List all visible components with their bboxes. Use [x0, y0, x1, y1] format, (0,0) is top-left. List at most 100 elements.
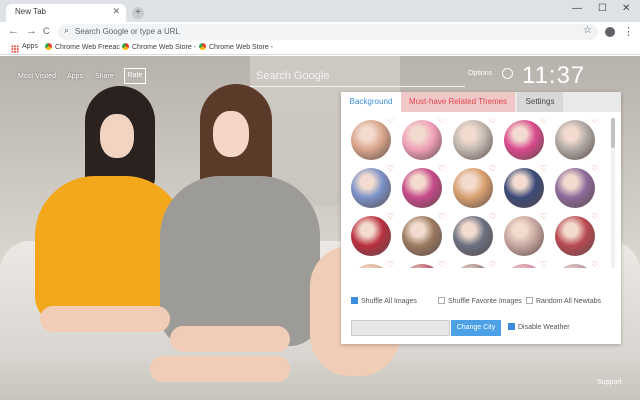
favorite-heart-icon[interactable]: ♡ [540, 212, 547, 221]
thumbnail-scrollbar[interactable] [611, 118, 615, 268]
tab-must-have-related-themes[interactable]: Must-have Related Themes [401, 92, 515, 112]
background-thumbnail-grid: ♡ ♡ ♡ ♡ ♡ ♡ ♡ ♡ ♡ ♡ ♡ ♡ ♡ ♡ ♡ ♡ ♡ ♡ ♡ ♡ [347, 118, 609, 268]
rate-button[interactable]: Rate [124, 68, 146, 84]
favorite-heart-icon[interactable]: ♡ [387, 118, 394, 125]
favorite-heart-icon[interactable]: ♡ [489, 164, 496, 173]
chrome-web-store-icon [122, 43, 129, 50]
bookmark-label: Chrome Web Freeac [55, 44, 120, 51]
share-link[interactable]: Share [95, 73, 114, 80]
shuffle-all-images-option[interactable]: Shuffle All Images [351, 297, 417, 305]
close-tab-icon[interactable]: ✕ [112, 6, 120, 17]
scrollbar-thumb[interactable] [611, 118, 615, 148]
apps-grid-icon[interactable] [11, 45, 19, 53]
background-thumbnail[interactable] [351, 120, 391, 160]
most-visited-link[interactable]: Most Visited [18, 73, 56, 80]
shuffle-favorite-images-checkbox[interactable] [438, 297, 445, 304]
forward-icon[interactable]: → [26, 25, 37, 37]
favorite-heart-icon[interactable]: ♡ [591, 260, 598, 268]
random-all-newtabs-label: Random All Newtabs [536, 298, 601, 305]
search-icon: ⌕ [64, 25, 70, 35]
apps-link[interactable]: Apps [67, 73, 83, 80]
favorite-heart-icon[interactable]: ♡ [387, 212, 394, 221]
bookmark-item[interactable]: Chrome Web Freeac [45, 43, 120, 51]
background-thumbnail[interactable] [504, 216, 544, 256]
background-thumbnail[interactable] [453, 264, 493, 268]
browser-toolbar: ← → C ⌕ Search Google or type a URL ☆ [0, 22, 640, 42]
close-window-icon[interactable]: ✕ [622, 3, 630, 14]
background-thumbnail[interactable] [555, 120, 595, 160]
tab-title: New Tab [15, 7, 46, 16]
favorite-heart-icon[interactable]: ♡ [438, 260, 445, 268]
background-thumbnail[interactable] [504, 120, 544, 160]
tab-background[interactable]: Background [341, 92, 401, 112]
favorite-heart-icon[interactable]: ♡ [489, 212, 496, 221]
favorite-heart-icon[interactable]: ♡ [540, 118, 547, 125]
background-thumbnail[interactable] [555, 216, 595, 256]
background-thumbnail[interactable] [555, 168, 595, 208]
new-tab-button[interactable]: + [132, 7, 144, 19]
google-search-box[interactable] [250, 65, 465, 87]
background-thumbnail[interactable] [402, 216, 442, 256]
disable-weather-option[interactable]: Disable Weather [508, 323, 570, 331]
tab-settings[interactable]: Settings [517, 92, 563, 112]
background-photo-grey-sweater [160, 176, 320, 346]
account-icon[interactable] [605, 27, 615, 37]
shuffle-favorite-images-option[interactable]: Shuffle Favorite Images [438, 297, 522, 305]
favorite-heart-icon[interactable]: ♡ [438, 212, 445, 221]
background-thumbnail[interactable] [402, 168, 442, 208]
background-thumbnail[interactable] [555, 264, 595, 268]
background-thumbnail[interactable] [351, 216, 391, 256]
city-input[interactable] [351, 320, 450, 336]
bookmark-apps[interactable]: Apps [22, 43, 38, 50]
background-thumbnail[interactable] [504, 264, 544, 268]
background-thumbnail[interactable] [351, 168, 391, 208]
disable-weather-checkbox[interactable] [508, 323, 515, 330]
favorite-heart-icon[interactable]: ♡ [591, 164, 598, 173]
favorite-heart-icon[interactable]: ♡ [540, 164, 547, 173]
reload-icon[interactable]: C [43, 26, 50, 36]
clock: 11:37 [522, 62, 586, 89]
bookmark-star-icon[interactable]: ☆ [583, 25, 592, 36]
background-thumbnail[interactable] [453, 216, 493, 256]
options-tabs: Background Must-have Related Themes Sett… [341, 92, 621, 112]
random-all-newtabs-option[interactable]: Random All Newtabs [526, 297, 601, 305]
google-search-input[interactable] [250, 65, 465, 86]
background-thumbnail[interactable] [402, 264, 442, 268]
back-icon[interactable]: ← [8, 25, 19, 37]
background-thumbnail[interactable] [453, 168, 493, 208]
background-thumbnail[interactable] [402, 120, 442, 160]
options-panel: Background Must-have Related Themes Sett… [341, 92, 621, 344]
tab-strip: New Tab ✕ + — ☐ ✕ [0, 0, 640, 22]
change-city-button[interactable]: Change City [451, 320, 501, 336]
favorite-heart-icon[interactable]: ♡ [489, 118, 496, 125]
tab-new-tab[interactable]: New Tab ✕ [6, 4, 126, 22]
favorite-heart-icon[interactable]: ♡ [540, 260, 547, 268]
bookmark-item[interactable]: Chrome Web Store - [122, 43, 196, 51]
chrome-web-store-icon [45, 43, 52, 50]
minimize-icon[interactable]: — [572, 3, 582, 14]
favorite-heart-icon[interactable]: ♡ [591, 118, 598, 125]
support-link[interactable]: Support [597, 379, 622, 386]
shuffle-all-images-label: Shuffle All Images [361, 298, 417, 305]
options-button[interactable]: Options [468, 70, 492, 77]
shuffle-all-images-checkbox[interactable] [351, 297, 358, 304]
random-all-newtabs-checkbox[interactable] [526, 297, 533, 304]
background-thumbnail[interactable] [453, 120, 493, 160]
background-thumbnail[interactable] [351, 264, 391, 268]
favorite-heart-icon[interactable]: ♡ [438, 118, 445, 125]
weather-icon[interactable] [502, 68, 513, 79]
omnibox[interactable]: ⌕ Search Google or type a URL ☆ [58, 24, 598, 40]
favorite-heart-icon[interactable]: ♡ [387, 260, 394, 268]
favorite-heart-icon[interactable]: ♡ [489, 260, 496, 268]
shuffle-favorite-images-label: Shuffle Favorite Images [448, 298, 522, 305]
bookmark-label: Chrome Web Store - [209, 44, 274, 51]
bookmark-item[interactable]: Chrome Web Store - [199, 43, 273, 51]
maximize-icon[interactable]: ☐ [598, 3, 607, 14]
menu-icon[interactable]: ⋮ [623, 25, 634, 38]
background-thumbnail[interactable] [504, 168, 544, 208]
favorite-heart-icon[interactable]: ♡ [591, 212, 598, 221]
new-tab-page: Most Visited Apps Share Rate Options 11:… [0, 56, 640, 400]
background-photo-legs [40, 306, 170, 332]
favorite-heart-icon[interactable]: ♡ [438, 164, 445, 173]
favorite-heart-icon[interactable]: ♡ [387, 164, 394, 173]
